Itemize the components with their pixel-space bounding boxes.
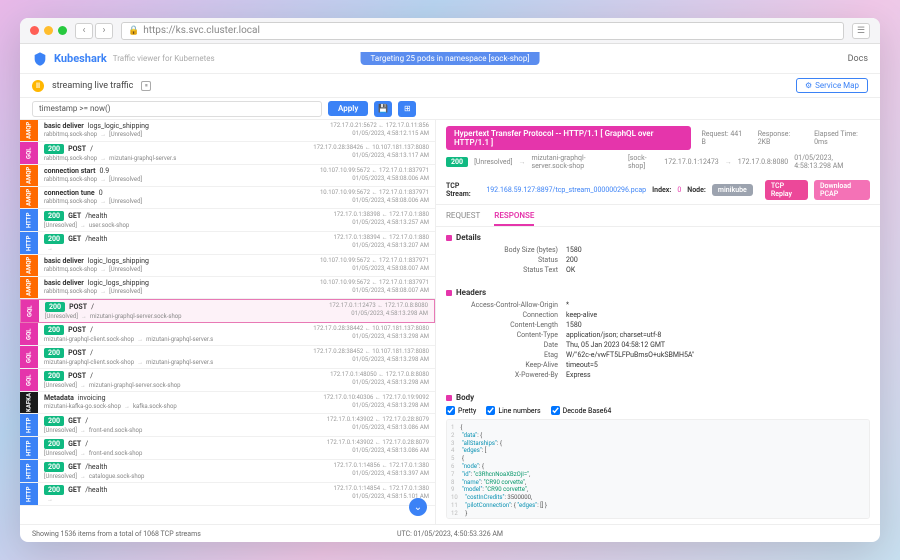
detail-tabs: REQUEST RESPONSE: [436, 205, 880, 227]
section-details: Details Body Size (bytes)1580Status200St…: [436, 227, 880, 282]
traffic-entry[interactable]: GQL 200POST/ mizutani-graphql-client.soc…: [20, 323, 435, 346]
traffic-entry[interactable]: GQL 200POST/ [Unresolved]→mizutani-graph…: [20, 369, 435, 392]
status-code: 200: [44, 234, 64, 244]
expand-filter-button[interactable]: ⊞: [398, 101, 416, 117]
back-button[interactable]: ‹: [75, 23, 93, 39]
filter-input[interactable]: [32, 101, 322, 117]
traffic-entry[interactable]: AMQP basic deliverlogic_logs_shipping ra…: [20, 277, 435, 299]
status-code: 200: [44, 144, 64, 154]
traffic-entry[interactable]: AMQP connection start0.9 rabbitmq.sock-s…: [20, 165, 435, 187]
detail-title: Hypertext Transfer Protocol -- HTTP/1.1 …: [446, 126, 691, 150]
browser-bar: ‹ › 🔒 https://ks.svc.cluster.local ☰: [20, 18, 880, 44]
tcp-replay-button[interactable]: TCP Replay: [765, 180, 808, 200]
minimize-window[interactable]: [44, 26, 53, 35]
lock-icon: 🔒: [128, 26, 139, 36]
status-code: 200: [45, 302, 65, 312]
section-body: Body Pretty Line numbers Decode Base64 1…: [436, 387, 880, 524]
protocol-badge: AMQP: [20, 120, 38, 141]
docs-link[interactable]: Docs: [848, 54, 868, 64]
traffic-entry[interactable]: AMQP basic deliverlogs_logic_shipping ra…: [20, 120, 435, 142]
browser-menu[interactable]: ☰: [852, 23, 870, 39]
tcp-stream-link[interactable]: 192.168.59.127:8897/tcp_stream_000000296…: [486, 186, 646, 194]
line-numbers-checkbox[interactable]: Line numbers: [486, 406, 540, 415]
save-filter-button[interactable]: 💾: [374, 101, 392, 117]
status-code: 200: [44, 416, 64, 426]
pretty-checkbox[interactable]: Pretty: [446, 406, 476, 415]
targeting-notice: Targeting 25 pods in namespace [sock-sho…: [361, 52, 540, 65]
tab-response[interactable]: RESPONSE: [494, 211, 534, 226]
traffic-entry[interactable]: AMQP connection tune0 rabbitmq.sock-shop…: [20, 187, 435, 209]
traffic-entry[interactable]: AMQP basic deliverlogic_logs_shipping ra…: [20, 255, 435, 277]
status-code: 200: [44, 439, 64, 449]
traffic-lights: [30, 26, 67, 35]
protocol-badge: KAFKA: [20, 392, 38, 413]
maximize-window[interactable]: [58, 26, 67, 35]
app-tagline: Traffic viewer for Kubernetes: [113, 54, 215, 63]
protocol-badge: AMQP: [20, 255, 38, 276]
protocol-badge: AMQP: [20, 165, 38, 186]
stream-status-text: streaming live traffic: [52, 81, 133, 91]
protocol-badge: GQL: [20, 369, 38, 391]
protocol-badge: HTTP: [20, 460, 38, 482]
traffic-entry[interactable]: GQL 200POST/ mizutani-graphql-client.soc…: [20, 346, 435, 369]
traffic-entry[interactable]: GQL 200POST/ [Unresolved]→mizutani-graph…: [20, 299, 435, 323]
status-code: 200: [44, 348, 64, 358]
status-code: 200: [44, 211, 64, 221]
protocol-badge: AMQP: [20, 277, 38, 298]
protocol-badge: HTTP: [20, 209, 38, 231]
section-headers: Headers Access-Control-Allow-Origin*Conn…: [436, 282, 880, 387]
entries-list[interactable]: AMQP basic deliverlogs_logic_shipping ra…: [20, 120, 435, 524]
decode-base64-checkbox[interactable]: Decode Base64: [551, 406, 612, 415]
protocol-badge: AMQP: [20, 187, 38, 208]
protocol-badge: GQL: [21, 300, 39, 322]
scroll-down-button[interactable]: ⌄: [409, 498, 427, 516]
footer: Showing 1536 items from a total of 1068 …: [20, 524, 880, 542]
status-code: 200: [44, 485, 64, 495]
detail-panel: Hypertext Transfer Protocol -- HTTP/1.1 …: [436, 120, 880, 524]
status-code: 200: [44, 371, 64, 381]
protocol-badge: GQL: [20, 323, 38, 345]
protocol-badge: GQL: [20, 346, 38, 368]
tab-request[interactable]: REQUEST: [446, 211, 480, 226]
traffic-entry[interactable]: HTTP 200GET/health → 172.17.0.1:14854 ← …: [20, 483, 435, 506]
gear-icon: ⚙: [805, 81, 812, 90]
traffic-entry[interactable]: KAFKA Metadatainvoicing mizutani-kafka-g…: [20, 392, 435, 414]
footer-count: Showing 1536 items from a total of 1068 …: [32, 530, 201, 538]
traffic-entry[interactable]: HTTP 200GET/health → 172.17.0.1:38394 ← …: [20, 232, 435, 255]
status-code: 200: [44, 462, 64, 472]
status-row: II streaming live traffic ⏸ ⚙ Service Ma…: [20, 74, 880, 98]
detail-status-code: 200: [446, 157, 468, 167]
footer-utc: UTC: 01/05/2023, 4:50:53.326 AM: [397, 530, 503, 538]
url-bar[interactable]: 🔒 https://ks.svc.cluster.local: [121, 22, 844, 40]
filter-row: Apply 💾 ⊞: [20, 98, 880, 120]
response-body[interactable]: 1{2 "data": {3 "allStarships": {4 "edges…: [446, 419, 870, 519]
node-badge: minikube: [712, 184, 753, 196]
app-header: Kubeshark Traffic viewer for Kubernetes …: [20, 44, 880, 74]
detail-stats: Request: 441 B Response: 2KB Elapsed Tim…: [701, 130, 870, 146]
protocol-badge: HTTP: [20, 414, 38, 436]
traffic-entry[interactable]: HTTP 200GET/health [Unresolved]→catalogu…: [20, 460, 435, 483]
pause-button[interactable]: ⏸: [141, 81, 151, 91]
download-pcap-button[interactable]: Download PCAP: [814, 180, 870, 200]
stream-status-icon: II: [32, 80, 44, 92]
protocol-badge: HTTP: [20, 232, 38, 254]
logo-icon: [32, 51, 48, 67]
app-name: Kubeshark: [54, 52, 107, 65]
close-window[interactable]: [30, 26, 39, 35]
protocol-badge: HTTP: [20, 437, 38, 459]
forward-button[interactable]: ›: [95, 23, 113, 39]
apply-button[interactable]: Apply: [328, 101, 368, 116]
traffic-entry[interactable]: HTTP 200GET/health [Unresolved]→user.soc…: [20, 209, 435, 232]
protocol-badge: HTTP: [20, 483, 38, 505]
url-text: https://ks.svc.cluster.local: [143, 25, 260, 36]
traffic-entry[interactable]: HTTP 200GET/ [Unresolved]→front-end.sock…: [20, 414, 435, 437]
logo[interactable]: Kubeshark Traffic viewer for Kubernetes: [32, 51, 215, 67]
tcp-stream-row: TCP Stream: 192.168.59.127:8897/tcp_stre…: [436, 176, 880, 205]
traffic-entry[interactable]: HTTP 200GET/ [Unresolved]→front-end.sock…: [20, 437, 435, 460]
traffic-entry[interactable]: GQL 200POST/ rabbitmq.sock-shop→mizutani…: [20, 142, 435, 165]
service-map-button[interactable]: ⚙ Service Map: [796, 78, 868, 93]
entries-panel: AMQP basic deliverlogs_logic_shipping ra…: [20, 120, 436, 524]
status-code: 200: [44, 325, 64, 335]
protocol-badge: GQL: [20, 142, 38, 164]
